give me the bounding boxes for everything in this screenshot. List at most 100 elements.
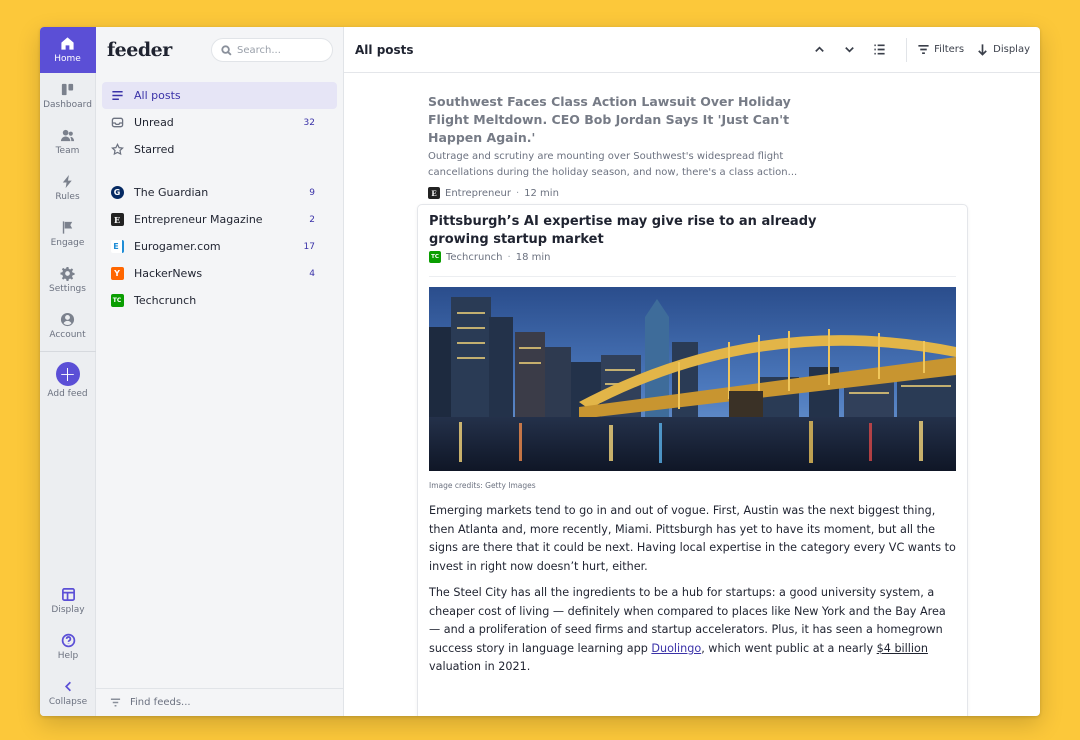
display-button[interactable]: Display — [976, 38, 1030, 62]
meta-separator: · — [507, 251, 511, 263]
sidebar-item-label: The Guardian — [134, 186, 209, 199]
display-label: Display — [993, 44, 1030, 55]
sidebar-item-entrepreneur[interactable]: E Entrepreneur Magazine 2 — [102, 206, 337, 233]
sidebar-item-label: Starred — [134, 143, 175, 156]
post-source: TC Techcrunch · 18 min — [429, 251, 550, 263]
sidebar-item-the-guardian[interactable]: G The Guardian 9 — [102, 179, 337, 206]
unread-count: 32 — [303, 117, 315, 128]
main-panel: All posts Filters Display Southwest Face… — [344, 27, 1040, 716]
paragraph-text: , which went public at a nearly — [701, 641, 877, 655]
techcrunch-logo-icon: TC — [429, 251, 441, 263]
techcrunch-logo-icon: TC — [110, 294, 124, 308]
card-divider — [429, 276, 956, 277]
post-title[interactable]: Pittsburgh’s AI expertise may give rise … — [429, 213, 829, 249]
post-source: E Entrepreneur · 12 min — [428, 187, 808, 199]
filter-lines-icon — [110, 698, 121, 707]
add-feed-button[interactable]: + Add feed — [40, 358, 96, 402]
sidebar-item-label: Entrepreneur Magazine — [134, 213, 263, 226]
flag-icon — [62, 221, 73, 234]
list-view-button[interactable] — [864, 38, 894, 62]
main-toolbar: All posts Filters Display — [344, 27, 1040, 73]
arrow-down-icon — [978, 44, 987, 56]
filter-lines-icon — [918, 44, 929, 55]
eurogamer-logo-icon: E — [110, 240, 124, 254]
feed-list: G The Guardian 9 E Entrepreneur Magazine… — [102, 163, 337, 314]
rail-item-display[interactable]: Display — [40, 578, 96, 624]
rail-item-help[interactable]: Help — [40, 624, 96, 670]
post-card-expanded[interactable]: Pittsburgh’s AI expertise may give rise … — [417, 204, 968, 716]
rail-item-team[interactable]: Team — [40, 119, 96, 165]
rail-label: Engage — [50, 238, 85, 248]
post-item[interactable]: Southwest Faces Class Action Lawsuit Ove… — [428, 93, 808, 199]
dashboard-icon — [61, 83, 74, 96]
app-logo: feeder — [107, 39, 172, 61]
find-feeds-button[interactable]: Find feeds... — [96, 688, 343, 716]
next-button[interactable] — [834, 38, 864, 62]
previous-button[interactable] — [804, 38, 834, 62]
search-icon — [221, 44, 232, 56]
chevron-left-icon — [64, 681, 71, 692]
rail-bottom: Display Help Collapse — [40, 578, 96, 716]
rail-label: Home — [54, 54, 81, 64]
help-icon — [61, 633, 75, 648]
entrepreneur-logo-icon: E — [428, 187, 440, 199]
sidebar-item-eurogamer[interactable]: E Eurogamer.com 17 — [102, 233, 337, 260]
post-time: 12 min — [524, 187, 559, 199]
rail-item-collapse[interactable]: Collapse — [40, 670, 96, 716]
guardian-logo-icon: G — [110, 186, 124, 200]
sidebar-item-starred[interactable]: Starred — [102, 136, 337, 163]
image-credit: Image credits: Getty Images — [429, 481, 536, 490]
rail-item-rules[interactable]: Rules — [40, 165, 96, 211]
rail-label: Display — [51, 605, 85, 615]
sidebar-item-unread[interactable]: Unread 32 — [102, 109, 337, 136]
team-icon — [60, 129, 75, 142]
post-time: 18 min — [515, 251, 551, 263]
unread-count: 17 — [303, 241, 315, 252]
filters-button[interactable]: Filters — [917, 38, 964, 62]
plus-icon: + — [55, 361, 80, 386]
filters-label: Filters — [934, 44, 965, 55]
sidebar-item-techcrunch[interactable]: TC Techcrunch — [102, 287, 337, 314]
meta-separator: · — [515, 187, 520, 199]
rail-label: Add feed — [47, 388, 88, 399]
paragraph-text: valuation in 2021. — [429, 660, 531, 673]
sidebar-header: feeder — [96, 27, 343, 73]
list-lines-icon — [110, 89, 124, 103]
source-name: Techcrunch — [446, 251, 503, 263]
article-image — [429, 287, 956, 471]
icon-rail: Home Dashboard Team Rules Engage Setting… — [40, 27, 96, 716]
unread-count: 2 — [309, 214, 315, 225]
sidebar-item-hackernews[interactable]: Y HackerNews 4 — [102, 260, 337, 287]
sidebar-nav: All posts Unread 32 Starred G The Guardi… — [96, 73, 343, 314]
four-billion-link[interactable]: $4 billion — [877, 642, 928, 655]
rail-item-engage[interactable]: Engage — [40, 211, 96, 257]
rail-divider — [40, 351, 96, 352]
sidebar-item-all-posts[interactable]: All posts — [102, 82, 337, 109]
post-excerpt: Outrage and scrutiny are mounting over S… — [428, 151, 798, 178]
rail-label: Settings — [49, 284, 86, 294]
duolingo-link[interactable]: Duolingo — [651, 642, 701, 655]
search-box[interactable] — [211, 38, 333, 62]
list-view-icon — [874, 44, 885, 55]
article-body: Emerging markets tend to go in and out o… — [429, 502, 956, 685]
search-input[interactable] — [237, 44, 325, 56]
inbox-icon — [110, 116, 124, 130]
entrepreneur-logo-icon: E — [110, 213, 124, 227]
sidebar-item-label: Techcrunch — [134, 294, 197, 307]
rail-item-settings[interactable]: Settings — [40, 257, 96, 303]
post-title[interactable]: Southwest Faces Class Action Lawsuit Ove… — [428, 93, 808, 147]
source-name: Entrepreneur — [445, 187, 511, 199]
find-feeds-label: Find feeds... — [130, 697, 191, 708]
rail-item-dashboard[interactable]: Dashboard — [40, 73, 96, 119]
rail-label: Collapse — [48, 697, 88, 707]
rail-item-account[interactable]: Account — [40, 303, 96, 349]
post-list: Southwest Faces Class Action Lawsuit Ove… — [344, 73, 1040, 716]
rail-label: Account — [49, 330, 86, 340]
article-paragraph: Emerging markets tend to go in and out o… — [429, 504, 956, 573]
hackernews-logo-icon: Y — [110, 267, 124, 281]
sidebar-item-label: Unread — [134, 116, 174, 129]
home-icon — [61, 37, 74, 50]
rail-item-home[interactable]: Home — [40, 27, 96, 73]
sidebar-item-label: All posts — [134, 89, 181, 102]
gear-icon — [60, 266, 75, 281]
